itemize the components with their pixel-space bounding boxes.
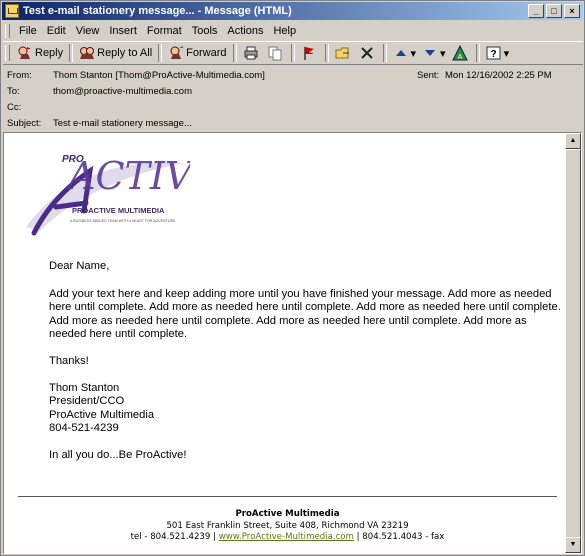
outlook-message-window: Test e-mail stationery message... - Mess… (0, 0, 585, 556)
menu-tools[interactable]: Tools (187, 25, 223, 37)
next-item-button[interactable]: ▾ (419, 43, 449, 63)
copy-icon (268, 46, 281, 61)
proactive-logo: ACTIVE PRO PROACTIVE MULTIMEDIA A BUSINE… (26, 154, 190, 236)
forward-label: Forward (186, 47, 227, 59)
signature-name: Thom Stanton (49, 381, 120, 394)
svg-text:?: ? (490, 49, 496, 60)
window-title: Test e-mail stationery message... - Mess… (23, 5, 292, 17)
to-value[interactable]: thom@proactive-multimedia.com (53, 86, 192, 97)
closing-line: In all you do...Be ProActive! (49, 448, 187, 461)
toolbar-separator (324, 44, 329, 62)
previous-item-button[interactable]: ▾ (390, 43, 420, 63)
subject-value: Test e-mail stationery message... (53, 118, 192, 129)
toolbar-separator (290, 44, 295, 62)
menu-help[interactable]: Help (268, 25, 301, 37)
menu-actions[interactable]: Actions (222, 25, 268, 37)
toolbar-grip[interactable] (5, 45, 10, 61)
title-bar[interactable]: Test e-mail stationery message... - Mess… (2, 2, 583, 20)
reply-all-button[interactable]: Reply to All (76, 43, 155, 63)
greeting: Dear Name, (49, 260, 110, 272)
copy-button[interactable] (264, 43, 288, 63)
next-dropdown-icon[interactable]: ▾ (440, 47, 446, 60)
close-button[interactable]: × (564, 4, 580, 18)
logo-pro-text: PRO (62, 154, 84, 165)
arrow-down-icon (425, 50, 436, 56)
message-header: From: Thom Stanton [Thom@ProActive-Multi… (3, 65, 583, 131)
reply-all-label: Reply to All (97, 47, 153, 59)
menu-edit[interactable]: Edit (42, 25, 71, 37)
signature-phone: 804-521-4239 (49, 422, 119, 435)
address-book-button[interactable]: A (449, 43, 473, 63)
sent-label: Sent: (417, 70, 440, 81)
footer-contact-line: tel - 804.521.4239 | www.ProActive-Multi… (18, 532, 557, 544)
reply-icon (18, 46, 31, 59)
reply-button[interactable]: Reply (14, 43, 66, 63)
footer-fax: | 804.521.4043 - fax (356, 532, 445, 542)
signature-title: President/CCO (49, 395, 125, 408)
cc-row: Cc: (7, 100, 53, 115)
thanks-line: Thanks! (49, 354, 89, 367)
forward-button[interactable]: Forward (165, 43, 229, 63)
scroll-thumb[interactable] (565, 149, 581, 538)
signature-company: ProActive Multimedia (49, 408, 155, 421)
menu-insert[interactable]: Insert (104, 25, 142, 37)
subject-label: Subject: (7, 118, 42, 129)
address-book-icon: A (451, 45, 468, 61)
toolbar-separator (69, 44, 74, 62)
menu-view[interactable]: View (71, 25, 105, 37)
message-body-pane[interactable]: ACTIVE PRO PROACTIVE MULTIMEDIA A BUSINE… (3, 132, 582, 554)
svg-text:A: A (457, 54, 462, 61)
menu-grip[interactable] (5, 23, 10, 38)
reply-label: Reply (35, 47, 64, 59)
delete-icon (360, 47, 373, 59)
message-text: Dear Name, Add your text here and keep a… (49, 260, 561, 463)
cc-label: Cc: (7, 102, 22, 113)
forward-icon (170, 46, 184, 59)
help-dropdown-icon[interactable]: ▾ (504, 47, 510, 60)
scroll-up-arrow-icon[interactable]: ▲ (565, 133, 581, 149)
menu-format[interactable]: Format (142, 25, 187, 37)
message-envelope-icon (5, 4, 19, 18)
help-button[interactable]: ? ▾ (483, 43, 513, 63)
message-paragraph: Add your text here and keep adding more … (49, 287, 561, 341)
subject-row: Subject: Test e-mail stationery message.… (7, 116, 192, 131)
from-value[interactable]: Thom Stanton [Thom@ProActive-Multimedia.… (53, 70, 265, 81)
standard-toolbar: Reply Reply to All Forward ▾ ▾ A ? ▾ (3, 41, 583, 65)
sent-row: Sent: Mon 12/16/2002 2:25 PM (417, 68, 552, 83)
vertical-scrollbar[interactable]: ▲ ▼ (565, 133, 581, 553)
stationery-footer: ProActive Multimedia 501 East Franklin S… (18, 496, 557, 544)
delete-button[interactable] (356, 43, 380, 63)
from-label: From: (7, 70, 32, 81)
arrow-up-icon (395, 50, 406, 56)
previous-dropdown-icon[interactable]: ▾ (411, 47, 417, 60)
print-button[interactable] (240, 43, 264, 63)
toolbar-separator (475, 44, 480, 62)
to-row: To: thom@proactive-multimedia.com (7, 84, 192, 99)
toolbar-separator (232, 44, 237, 62)
help-icon: ? (486, 46, 501, 60)
move-to-folder-icon (335, 47, 349, 59)
logo-tagline-text: A BUSINESS-MINDED TEAM WITH A HEART FOR … (70, 219, 176, 223)
reply-all-icon (80, 47, 95, 59)
footer-company: ProActive Multimedia (235, 509, 340, 519)
footer-address: 501 East Franklin Street, Suite 408, Ric… (166, 520, 409, 531)
sent-value: Mon 12/16/2002 2:25 PM (445, 70, 552, 81)
toolbar-separator (382, 44, 387, 62)
move-to-folder-button[interactable] (332, 43, 356, 63)
menu-bar: File Edit View Insert Format Tools Actio… (3, 21, 583, 40)
to-label: To: (7, 86, 20, 97)
follow-up-button[interactable] (298, 43, 322, 63)
logo-brand-text: PROACTIVE MULTIMEDIA (72, 206, 165, 215)
from-row: From: Thom Stanton [Thom@ProActive-Multi… (7, 68, 265, 83)
maximize-button[interactable]: □ (546, 4, 562, 18)
scroll-down-arrow-icon[interactable]: ▼ (565, 537, 581, 553)
footer-tel: tel - 804.521.4239 | (130, 532, 216, 542)
menu-file[interactable]: File (14, 25, 42, 37)
printer-icon (244, 46, 257, 60)
flag-icon (303, 47, 314, 60)
toolbar-separator (158, 44, 163, 62)
logo-active-text: ACTIVE (65, 154, 190, 198)
minimize-button[interactable]: _ (528, 4, 544, 18)
footer-website-link[interactable]: www.ProActive-Multimedia.com (219, 532, 354, 542)
